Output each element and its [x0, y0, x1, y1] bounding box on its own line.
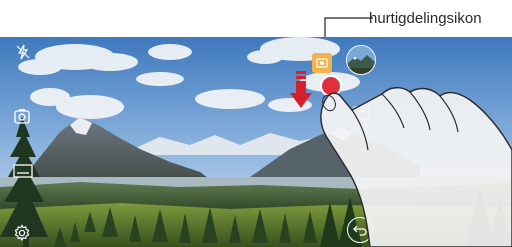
back-icon [353, 225, 367, 236]
camera-mode-icon [13, 164, 33, 178]
flash-off-icon [16, 44, 30, 60]
gallery-thumbnail-icon [347, 46, 375, 74]
gear-icon [14, 224, 30, 242]
gallery-thumbnail[interactable] [346, 45, 376, 75]
back-button[interactable] [347, 217, 373, 243]
quick-share-button[interactable] [312, 53, 332, 73]
switch-camera-button[interactable] [351, 103, 371, 121]
settings-button[interactable] [12, 223, 32, 243]
camera-viewfinder[interactable] [0, 37, 512, 247]
switch-camera-icon [352, 106, 370, 120]
callout-label: hurtigdelingsikon [369, 10, 482, 27]
flash-toggle[interactable] [14, 43, 32, 61]
quick-share-icon [316, 58, 328, 68]
arrow-down-icon [290, 71, 312, 108]
timer-settings-button[interactable] [12, 107, 32, 127]
timer-settings-icon [14, 109, 30, 124]
landscape-preview [0, 37, 512, 247]
camera-mode-button[interactable] [12, 163, 34, 179]
shutter-button[interactable] [320, 75, 342, 97]
